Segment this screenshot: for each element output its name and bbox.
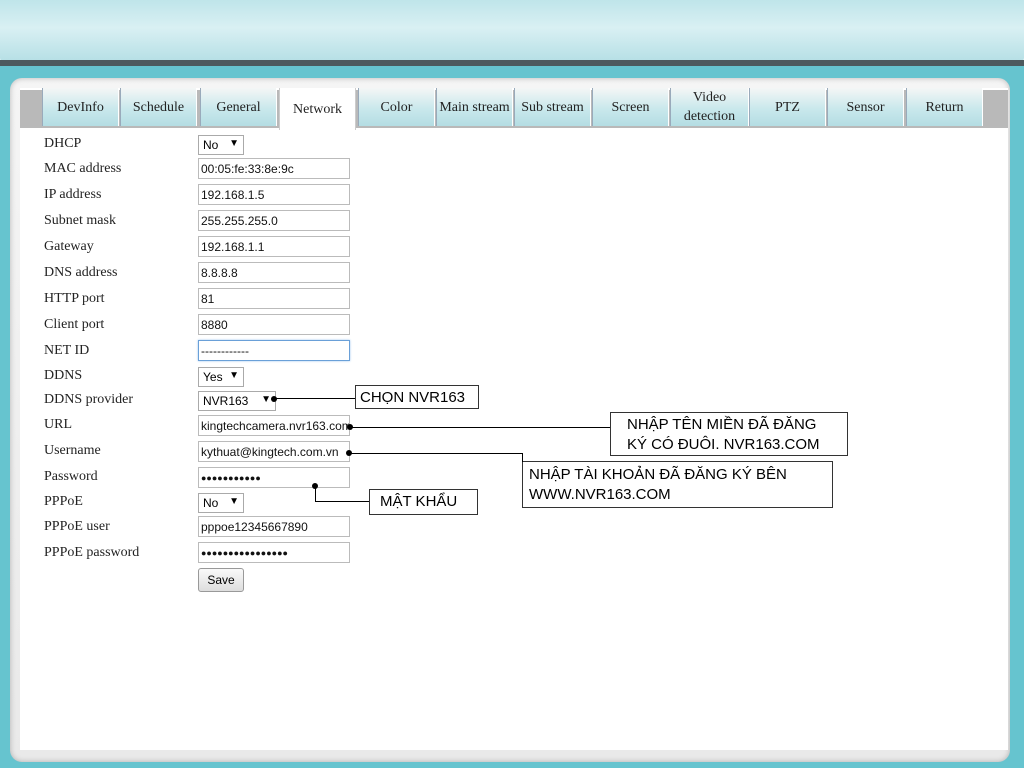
tab-sub-stream[interactable]: Sub stream — [514, 88, 591, 126]
callout-provider: CHỌN NVR163 — [355, 385, 479, 409]
tab-main-stream[interactable]: Main stream — [436, 88, 513, 126]
dhcp-select-value: No — [203, 138, 219, 152]
http-port-input[interactable]: 81 — [198, 288, 350, 309]
url-input[interactable]: kingtechcamera.nvr163.com — [198, 415, 350, 436]
ddns-select[interactable]: Yes ▼ — [198, 367, 244, 387]
ddns-provider-select[interactable]: NVR163 ▼ — [198, 391, 276, 411]
callout-pointer-dot — [271, 396, 277, 402]
mac-address-label: MAC address — [44, 161, 122, 176]
callout-account-line2: WWW.NVR163.COM — [529, 486, 671, 503]
dropdown-arrow-icon: ▼ — [229, 138, 239, 149]
username-input[interactable]: kythuat@kingtech.com.vn — [198, 441, 350, 462]
pppoe-password-label: PPPoE password — [44, 545, 140, 560]
net-id-input[interactable]: ------------ — [198, 340, 350, 361]
pppoe-user-input[interactable]: pppoe12345667890 — [198, 516, 350, 537]
callout-connector — [315, 501, 369, 502]
password-label: Password — [44, 469, 98, 484]
callout-account: NHẬP TÀI KHOẢN ĐÃ ĐĂNG KÝ BÊN WWW.NVR163… — [522, 461, 833, 508]
http-port-label: HTTP port — [44, 291, 105, 306]
net-id-label: NET ID — [44, 343, 90, 358]
username-label: Username — [44, 443, 101, 458]
tab-screen[interactable]: Screen — [592, 88, 669, 126]
save-button[interactable]: Save — [198, 568, 244, 592]
tab-network[interactable]: Network — [279, 88, 356, 130]
content-area — [20, 88, 1008, 750]
callout-connector — [349, 453, 522, 454]
client-port-input[interactable]: 8880 — [198, 314, 350, 335]
dhcp-label: DHCP — [44, 136, 82, 151]
callout-url: NHẬP TÊN MIỀN ĐÃ ĐĂNG KÝ CÓ ĐUÔI. NVR163… — [610, 412, 848, 456]
callout-connector — [522, 453, 523, 462]
subnet-mask-input[interactable]: 255.255.255.0 — [198, 210, 350, 231]
password-input[interactable]: ●●●●●●●●●●● — [198, 467, 350, 488]
callout-account-line1: NHẬP TÀI KHOẢN ĐÃ ĐĂNG KÝ BÊN — [529, 466, 787, 483]
tab-video-detection[interactable]: Video detection — [670, 88, 749, 126]
tab-return[interactable]: Return — [906, 88, 983, 126]
tab-color[interactable]: Color — [358, 88, 435, 126]
tab-ptz[interactable]: PTZ — [749, 88, 826, 126]
pppoe-select[interactable]: No ▼ — [198, 493, 244, 513]
pppoe-label: PPPoE — [44, 494, 83, 509]
callout-connector — [315, 486, 316, 501]
tab-general[interactable]: General — [200, 88, 277, 126]
pppoe-user-label: PPPoE user — [44, 519, 110, 534]
callout-connector — [274, 398, 355, 399]
ip-address-input[interactable]: 192.168.1.5 — [198, 184, 350, 205]
ddns-select-value: Yes — [203, 370, 223, 384]
client-port-label: Client port — [44, 317, 105, 332]
callout-url-line1: NHẬP TÊN MIỀN ĐÃ ĐĂNG — [627, 416, 817, 433]
ddns-label: DDNS — [44, 368, 83, 383]
ddns-provider-label: DDNS provider — [44, 392, 134, 407]
subnet-mask-label: Subnet mask — [44, 213, 116, 228]
callout-url-line2: KÝ CÓ ĐUÔI. NVR163.COM — [627, 436, 820, 453]
tab-devinfo[interactable]: DevInfo — [42, 88, 119, 126]
gateway-input[interactable]: 192.168.1.1 — [198, 236, 350, 257]
dhcp-select[interactable]: No ▼ — [198, 135, 244, 155]
ip-address-label: IP address — [44, 187, 102, 202]
header-banner — [0, 0, 1024, 62]
dns-address-input[interactable]: 8.8.8.8 — [198, 262, 350, 283]
dropdown-arrow-icon: ▼ — [261, 394, 271, 405]
ddns-provider-select-value: NVR163 — [203, 394, 249, 408]
tab-schedule[interactable]: Schedule — [120, 88, 197, 126]
url-label: URL — [44, 417, 72, 432]
pppoe-password-input[interactable]: ●●●●●●●●●●●●●●●● — [198, 542, 350, 563]
callout-password: MẬT KHẨU — [369, 489, 478, 515]
dropdown-arrow-icon: ▼ — [229, 496, 239, 507]
tab-sensor[interactable]: Sensor — [827, 88, 904, 126]
callout-connector — [350, 427, 610, 428]
dns-address-label: DNS address — [44, 265, 118, 280]
gateway-label: Gateway — [44, 239, 94, 254]
pppoe-select-value: No — [203, 496, 219, 510]
mac-address-input[interactable]: 00:05:fe:33:8e:9c — [198, 158, 350, 179]
dropdown-arrow-icon: ▼ — [229, 370, 239, 381]
